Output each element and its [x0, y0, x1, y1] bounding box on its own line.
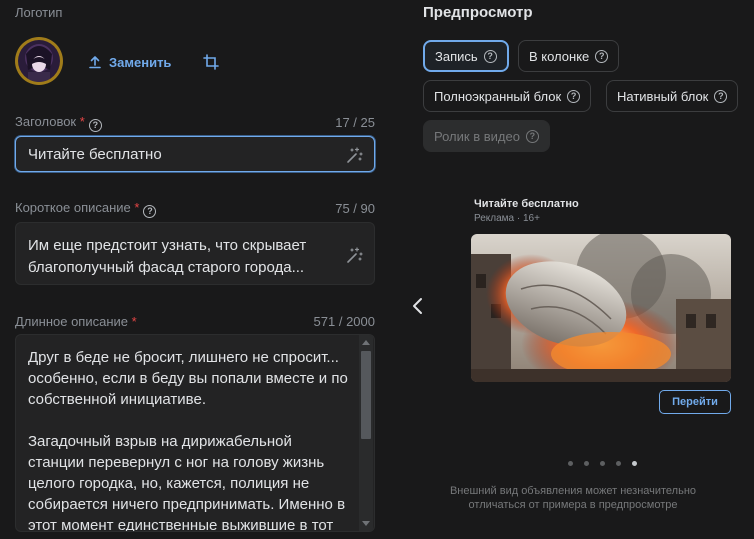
- replace-label: Заменить: [109, 54, 172, 70]
- chip-label: В колонке: [529, 48, 590, 64]
- long-desc-scrollbar[interactable]: [359, 335, 373, 531]
- disclaimer-line: отличаться от примера в предпросмотре: [468, 499, 678, 511]
- short-desc-value-line-1: Им еще предстоит узнать, что скрывает: [28, 237, 307, 254]
- long-desc-line: целого городка, но, кажется, полиция не: [28, 475, 310, 492]
- help-icon[interactable]: ?: [483, 49, 497, 63]
- chip-label: Ролик в видео: [434, 128, 520, 144]
- logo-label: Логотип: [15, 5, 63, 20]
- title-input[interactable]: Читайте бесплатно: [15, 136, 375, 172]
- crop-icon: [203, 54, 219, 70]
- disclaimer-line: Внешний вид объявления может незначитель…: [449, 485, 697, 497]
- chip-label: Полноэкранный блок: [434, 88, 562, 104]
- scroll-up-icon[interactable]: [362, 339, 370, 345]
- long-desc-text: Друг в беде не бросит, лишнего не спроси…: [28, 347, 358, 532]
- preview-panel: Предпросмотр Запись? В колонке? Полноэкр…: [392, 0, 754, 539]
- long-desc-counter: 571 / 2000: [313, 314, 375, 329]
- title-field-label: Заголовок *?: [15, 114, 102, 132]
- short-desc-label: Короткое описание *?: [15, 200, 157, 218]
- upload-icon: [89, 56, 101, 69]
- magic-wand-icon[interactable]: [346, 146, 364, 164]
- replace-logo-button[interactable]: Заменить: [80, 50, 179, 74]
- format-chip-video: Ролик в видео?: [423, 120, 550, 152]
- long-desc-line: этот момент единственные выжившие в тот: [28, 517, 334, 532]
- format-chip-post[interactable]: Запись?: [423, 40, 509, 72]
- help-icon[interactable]: ?: [595, 49, 609, 63]
- format-chip-fullscreen[interactable]: Полноэкранный блок?: [423, 80, 592, 112]
- long-desc-line: особенно, если в беду вы попали вместе и…: [28, 370, 348, 387]
- ad-form-panel: Логотип Заменить Заголовок *? 17 / 25 Чи…: [0, 0, 392, 539]
- ad-meta: Реклама · 16+: [474, 213, 540, 224]
- help-icon[interactable]: ?: [714, 89, 728, 103]
- carousel-dot-active[interactable]: [632, 461, 637, 466]
- long-desc-line: [28, 410, 358, 431]
- long-desc-line: собственной инициативе.: [28, 391, 206, 408]
- long-desc-line: Друг в беде не бросит, лишнего не спроси…: [28, 349, 339, 366]
- carousel-prev-icon[interactable]: [411, 296, 425, 316]
- short-desc-counter: 75 / 90: [335, 201, 375, 216]
- chip-label: Запись: [435, 48, 478, 64]
- magic-wand-icon[interactable]: [346, 246, 364, 264]
- carousel-dot[interactable]: [568, 461, 573, 466]
- title-input-value: Читайте бесплатно: [28, 146, 162, 163]
- short-desc-input[interactable]: Им еще предстоит узнать, что скрывает бл…: [15, 222, 375, 285]
- carousel-dot[interactable]: [616, 461, 621, 466]
- format-chip-column[interactable]: В колонке?: [518, 40, 620, 72]
- long-desc-line: станции перевернул с ног на голову жизнь: [28, 454, 325, 471]
- help-icon: ?: [525, 129, 539, 143]
- cta-button[interactable]: Перейти: [659, 390, 731, 414]
- carousel-dot[interactable]: [600, 461, 605, 466]
- help-icon[interactable]: ?: [88, 119, 102, 132]
- preview-disclaimer: Внешний вид объявления может незначитель…: [392, 484, 754, 512]
- ad-image: [471, 234, 731, 382]
- long-desc-label: Длинное описание *: [15, 314, 137, 329]
- long-desc-line: собирается ничего предпринимать. Именно …: [28, 496, 346, 513]
- short-desc-value-line-2: благополучный фасад старого города...: [28, 259, 305, 276]
- crop-button[interactable]: [196, 47, 226, 77]
- long-desc-textarea[interactable]: Друг в беде не бросит, лишнего не спроси…: [15, 334, 375, 532]
- logo-avatar[interactable]: [15, 37, 63, 85]
- long-desc-line: Загадочный взрыв на дирижабельной: [28, 433, 292, 450]
- title-counter: 17 / 25: [335, 115, 375, 130]
- logo-image: [18, 40, 60, 82]
- help-icon[interactable]: ?: [567, 89, 581, 103]
- carousel-dot[interactable]: [584, 461, 589, 466]
- ad-title: Читайте бесплатно: [474, 198, 579, 210]
- preview-heading: Предпросмотр: [423, 4, 533, 21]
- help-icon[interactable]: ?: [143, 205, 157, 218]
- scroll-down-icon[interactable]: [362, 521, 370, 527]
- scrollbar-thumb[interactable]: [361, 351, 371, 439]
- chip-label: Нативный блок: [617, 88, 709, 104]
- format-chip-native[interactable]: Нативный блок?: [606, 80, 739, 112]
